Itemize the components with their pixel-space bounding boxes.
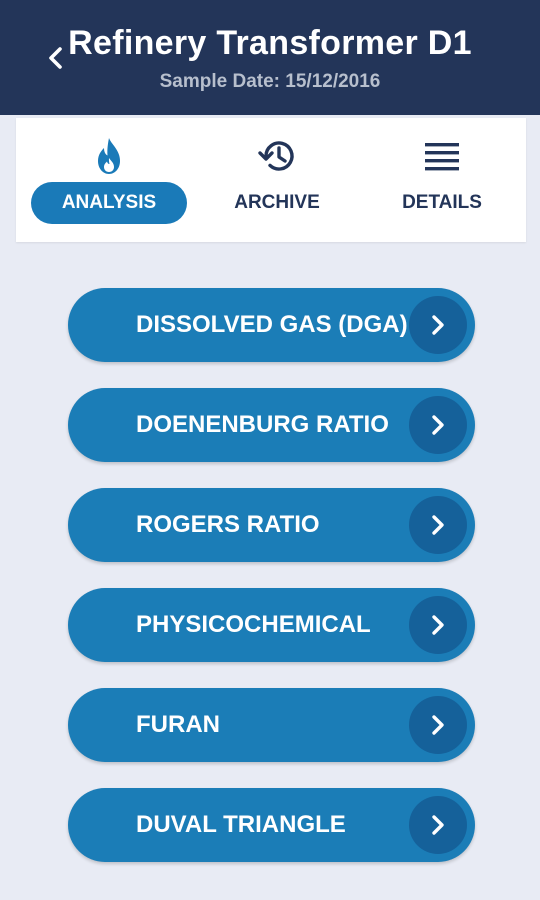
chevron-right-icon xyxy=(409,696,467,754)
rogers-ratio-button[interactable]: ROGERS RATIO xyxy=(68,488,475,562)
flame-icon xyxy=(85,132,133,180)
chevron-right-icon xyxy=(409,796,467,854)
dga-button[interactable]: DISSOLVED GAS (DGA) xyxy=(68,288,475,362)
tab-analysis[interactable]: ANALYSIS xyxy=(16,118,202,242)
sample-date: Sample Date: 15/12/2016 xyxy=(159,71,381,92)
page-title: Refinery Transformer D1 xyxy=(68,24,472,62)
tab-bar: ANALYSIS ARCHIVE DETAILS xyxy=(16,118,526,242)
tab-details[interactable]: DETAILS xyxy=(362,118,522,242)
chevron-right-icon xyxy=(409,396,467,454)
chevron-right-icon xyxy=(409,496,467,554)
chevron-right-icon xyxy=(409,596,467,654)
menu-label: DISSOLVED GAS (DGA) xyxy=(136,311,408,338)
tab-archive[interactable]: ARCHIVE xyxy=(192,118,362,242)
doenenburg-ratio-button[interactable]: DOENENBURG RATIO xyxy=(68,388,475,462)
furan-button[interactable]: FURAN xyxy=(68,688,475,762)
menu-label: ROGERS RATIO xyxy=(136,511,320,538)
menu-label: DUVAL TRIANGLE xyxy=(136,811,346,838)
menu-label: PHYSICOCHEMICAL xyxy=(136,611,371,638)
duval-triangle-button[interactable]: DUVAL TRIANGLE xyxy=(68,788,475,862)
menu-label: DOENENBURG RATIO xyxy=(136,411,389,438)
history-icon xyxy=(253,132,301,180)
tab-details-label: DETAILS xyxy=(402,192,482,213)
tab-archive-label: ARCHIVE xyxy=(234,192,320,213)
menu-label: FURAN xyxy=(136,711,220,738)
physicochemical-button[interactable]: PHYSICOCHEMICAL xyxy=(68,588,475,662)
list-icon xyxy=(418,132,466,180)
chevron-right-icon xyxy=(409,296,467,354)
tab-analysis-label: ANALYSIS xyxy=(31,182,187,224)
app-header: Refinery Transformer D1 Sample Date: 15/… xyxy=(0,0,540,115)
